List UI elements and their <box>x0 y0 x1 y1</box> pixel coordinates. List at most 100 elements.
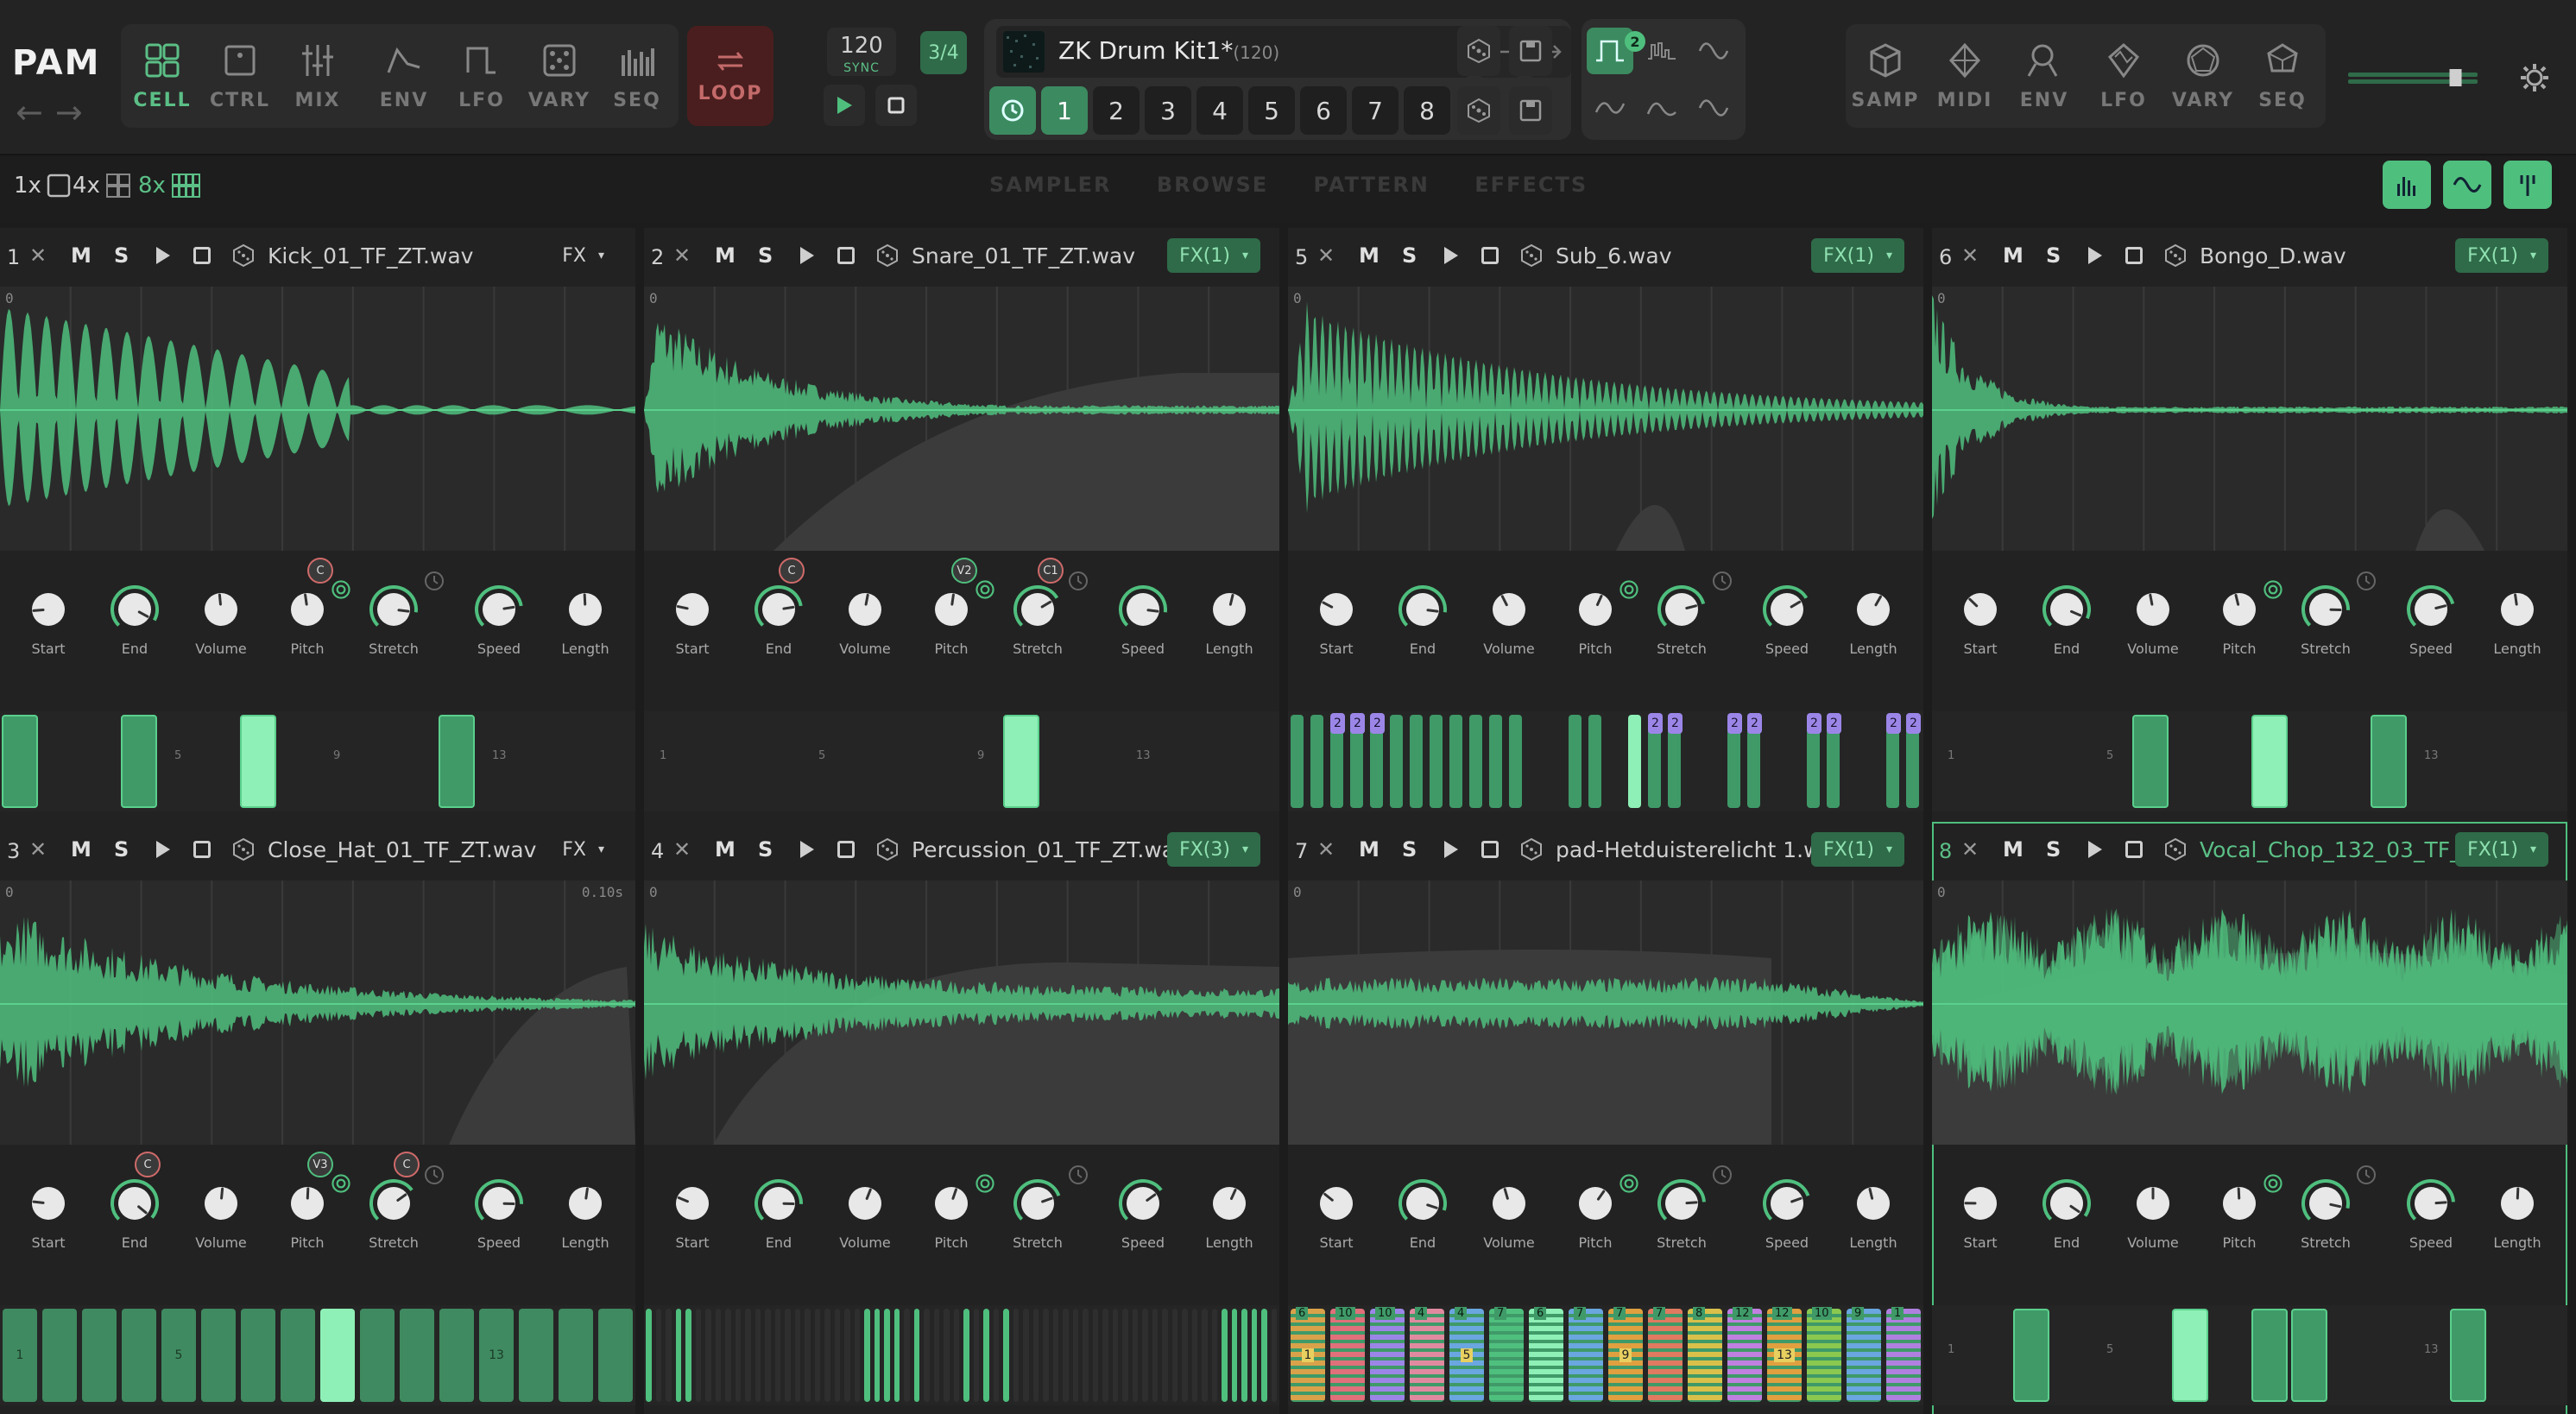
knob-length[interactable]: Length <box>1839 1169 1908 1251</box>
knob-volume[interactable]: Volume <box>2118 575 2188 657</box>
ratchet-badge[interactable]: 2 <box>1370 713 1385 734</box>
step-sequencer[interactable]: 15913 <box>1932 711 2567 811</box>
step-cell[interactable]: 10 <box>1330 1307 1365 1402</box>
fx-dropdown[interactable]: FX(1) ▾ <box>1811 832 1904 867</box>
step-cell[interactable] <box>2450 1309 2486 1402</box>
knob-dial[interactable] <box>1657 585 1706 634</box>
step-cell[interactable]: 9 <box>1847 1307 1881 1402</box>
fx-dropdown[interactable]: FX(1) ▾ <box>1167 238 1260 273</box>
waveform-view[interactable]: 0 <box>1288 881 1923 1145</box>
mute-button[interactable]: M <box>2003 243 2024 268</box>
knob-dial[interactable] <box>1956 1179 2005 1228</box>
sync-clock-icon[interactable] <box>1067 570 1089 592</box>
dice-icon[interactable] <box>875 243 900 268</box>
zoom-4x[interactable]: 4x <box>73 173 131 199</box>
tool-ctrl[interactable]: CTRL <box>202 24 278 128</box>
knob-end[interactable]: End <box>744 575 813 657</box>
knob-dial[interactable] <box>561 1179 609 1228</box>
knob-dial[interactable] <box>1119 1179 1167 1228</box>
pattern-button-6[interactable]: 6 <box>1300 86 1347 135</box>
sample-filename[interactable]: Vocal_Chop_132_03_TF_Z... <box>2200 837 2497 862</box>
play-icon[interactable] <box>1442 245 1461 266</box>
knob-volume[interactable]: Volume <box>2118 1169 2188 1251</box>
step-cell[interactable] <box>904 1309 910 1402</box>
step-cell[interactable] <box>695 1309 701 1402</box>
step-cell[interactable] <box>1469 715 1482 808</box>
step-cell[interactable] <box>735 1309 741 1402</box>
step-cell[interactable] <box>598 1309 633 1402</box>
knob-dial[interactable] <box>110 1179 159 1228</box>
view-bars-button[interactable] <box>2383 161 2431 209</box>
ratchet-badge[interactable]: 2 <box>1906 713 1921 734</box>
knob-dial[interactable] <box>2215 1179 2263 1228</box>
fx-dropdown[interactable]: FX ▾ <box>550 238 616 273</box>
step-cell[interactable] <box>1102 1309 1108 1402</box>
knob-stretch[interactable]: Stretch <box>2291 1169 2360 1251</box>
pattern-randomize-button[interactable] <box>1457 86 1500 135</box>
step-cell[interactable] <box>1410 715 1423 808</box>
mod-target-icon[interactable] <box>2262 578 2284 601</box>
knob-speed[interactable]: Speed <box>464 575 534 657</box>
sample-filename[interactable]: Percussion_01_TF_ZT.wav <box>912 837 1188 862</box>
knob-dial[interactable] <box>2493 1179 2541 1228</box>
sync-clock-icon[interactable] <box>1711 570 1733 592</box>
close-icon[interactable]: ✕ <box>673 837 691 862</box>
mute-button[interactable]: M <box>71 837 92 862</box>
step-cell[interactable] <box>1023 1309 1029 1402</box>
step-cell[interactable] <box>1112 1309 1118 1402</box>
solo-button[interactable]: S <box>1402 837 1417 862</box>
bpm-display[interactable]: 120 SYNC <box>827 28 896 76</box>
waveform-view[interactable]: 0 <box>1932 287 2567 551</box>
sample-cell-2[interactable]: 2 ✕ M S Snare_01_TF_ZT.wav FX(1) ▾ 0 Start End Vo… <box>644 228 1279 822</box>
solo-button[interactable]: S <box>114 837 129 862</box>
step-cell[interactable] <box>241 1309 275 1402</box>
knob-dial[interactable] <box>1956 585 2005 634</box>
step-sequencer[interactable]: 15913 <box>0 711 635 811</box>
step-cell[interactable] <box>2291 1309 2327 1402</box>
step-cell[interactable] <box>1222 1309 1228 1402</box>
step-cell[interactable]: 12 <box>1727 1307 1762 1402</box>
pattern-button-2[interactable]: 2 <box>1093 86 1140 135</box>
knob-dial[interactable] <box>841 1179 889 1228</box>
knob-dial[interactable] <box>2215 585 2263 634</box>
step-cell[interactable] <box>1122 1309 1128 1402</box>
tool-lfo[interactable]: LFO <box>444 24 520 128</box>
knob-dial[interactable] <box>2407 585 2455 634</box>
sample-cell-6[interactable]: 6 ✕ M S Bongo_D.wav FX(1) ▾ 0 Start End Volume Pit… <box>1932 228 2567 822</box>
step-cell[interactable] <box>1063 1309 1069 1402</box>
step-cell[interactable] <box>1271 1309 1277 1402</box>
step-cell[interactable] <box>2013 1309 2049 1402</box>
knob-stretch[interactable]: Stretch <box>1003 575 1072 657</box>
pattern-button-1[interactable]: 1 <box>1041 86 1088 135</box>
step-sequencer[interactable]: 1 6 10 10 4 5 4 7 6 7 9 7 7 8 12 13 12 10 9 1 <box>1288 1305 1923 1405</box>
step-cell[interactable] <box>983 1309 989 1402</box>
step-cell[interactable] <box>685 1309 691 1402</box>
knob-speed[interactable]: Speed <box>2396 575 2466 657</box>
pattern-clock-button[interactable] <box>989 86 1036 135</box>
pattern-button-8[interactable]: 8 <box>1404 86 1450 135</box>
play-icon[interactable] <box>798 839 817 860</box>
knob-dial[interactable] <box>2493 585 2541 634</box>
knob-start[interactable]: Start <box>1946 1169 2015 1251</box>
pattern-button-5[interactable]: 5 <box>1248 86 1295 135</box>
play-icon[interactable] <box>1442 839 1461 860</box>
stop-icon[interactable] <box>1481 841 1499 858</box>
ratchet-badge[interactable]: 2 <box>1807 713 1822 734</box>
tab-effects[interactable]: EFFECTS <box>1474 173 1588 197</box>
loop-button[interactable]: LOOP <box>687 26 773 126</box>
step-cell[interactable] <box>973 1309 979 1402</box>
mute-button[interactable]: M <box>715 243 736 268</box>
engine-tool-seq[interactable]: SEQ <box>2245 24 2320 128</box>
knob-dial[interactable] <box>24 1179 73 1228</box>
sample-filename[interactable]: Bongo_D.wav <box>2200 243 2346 268</box>
knob-start[interactable]: Start <box>14 1169 83 1251</box>
knob-end[interactable]: End <box>100 1169 169 1251</box>
step-cell[interactable] <box>42 1309 77 1402</box>
tool-env[interactable]: ENV <box>366 24 442 128</box>
step-cell[interactable]: 4 <box>1410 1307 1444 1402</box>
sample-filename[interactable]: pad-Hetduisterelicht 1.wav <box>1556 837 1847 862</box>
step-cell[interactable] <box>963 1309 969 1402</box>
knob-dial[interactable] <box>2042 1179 2091 1228</box>
wave-4-button[interactable] <box>1690 85 1737 131</box>
knob-dial[interactable] <box>2129 1179 2177 1228</box>
